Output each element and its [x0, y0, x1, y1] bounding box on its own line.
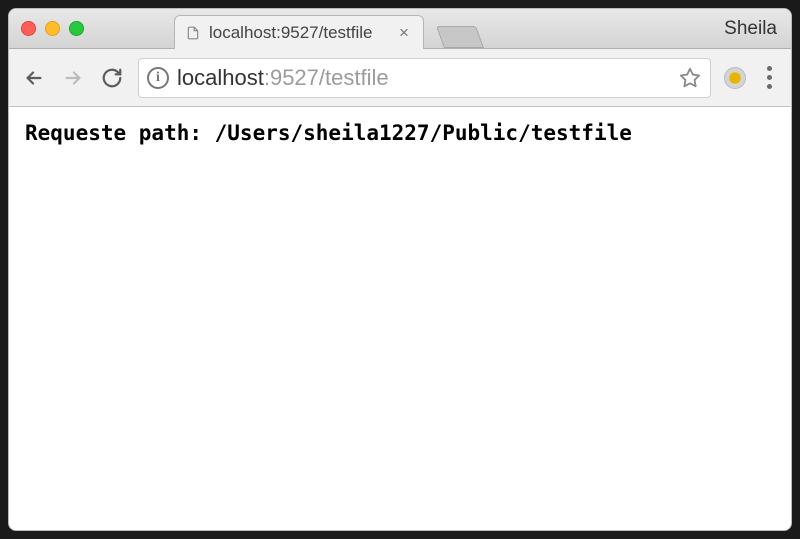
window-close-button[interactable] [21, 21, 36, 36]
window-minimize-button[interactable] [45, 21, 60, 36]
back-button[interactable] [21, 65, 47, 91]
url-path: /testfile [319, 65, 389, 90]
browser-menu-button[interactable] [759, 66, 779, 90]
url-text: localhost:9527/testfile [177, 65, 670, 91]
url-port: :9527 [264, 65, 319, 90]
forward-button[interactable] [60, 65, 86, 91]
file-icon [185, 25, 201, 41]
site-info-icon[interactable]: i [147, 67, 169, 89]
browser-window: localhost:9527/testfile × Sheila i local… [8, 8, 792, 531]
extension-icon[interactable] [724, 67, 746, 89]
profile-name[interactable]: Sheila [724, 18, 777, 40]
tab-close-button[interactable]: × [395, 24, 413, 42]
address-bar[interactable]: i localhost:9527/testfile [138, 58, 711, 98]
tab-strip: localhost:9527/testfile × [174, 9, 480, 48]
page-body-text: Requeste path: /Users/sheila1227/Public/… [25, 121, 775, 145]
titlebar: localhost:9527/testfile × Sheila [9, 9, 791, 49]
window-controls [21, 21, 84, 36]
window-maximize-button[interactable] [69, 21, 84, 36]
page-viewport: Requeste path: /Users/sheila1227/Public/… [9, 107, 791, 530]
browser-tab[interactable]: localhost:9527/testfile × [174, 15, 424, 49]
toolbar: i localhost:9527/testfile [9, 49, 791, 107]
reload-button[interactable] [99, 65, 125, 91]
url-host: localhost [177, 65, 264, 90]
tab-title: localhost:9527/testfile [209, 23, 387, 43]
new-tab-button[interactable] [436, 26, 484, 48]
bookmark-star-icon[interactable] [678, 66, 702, 90]
